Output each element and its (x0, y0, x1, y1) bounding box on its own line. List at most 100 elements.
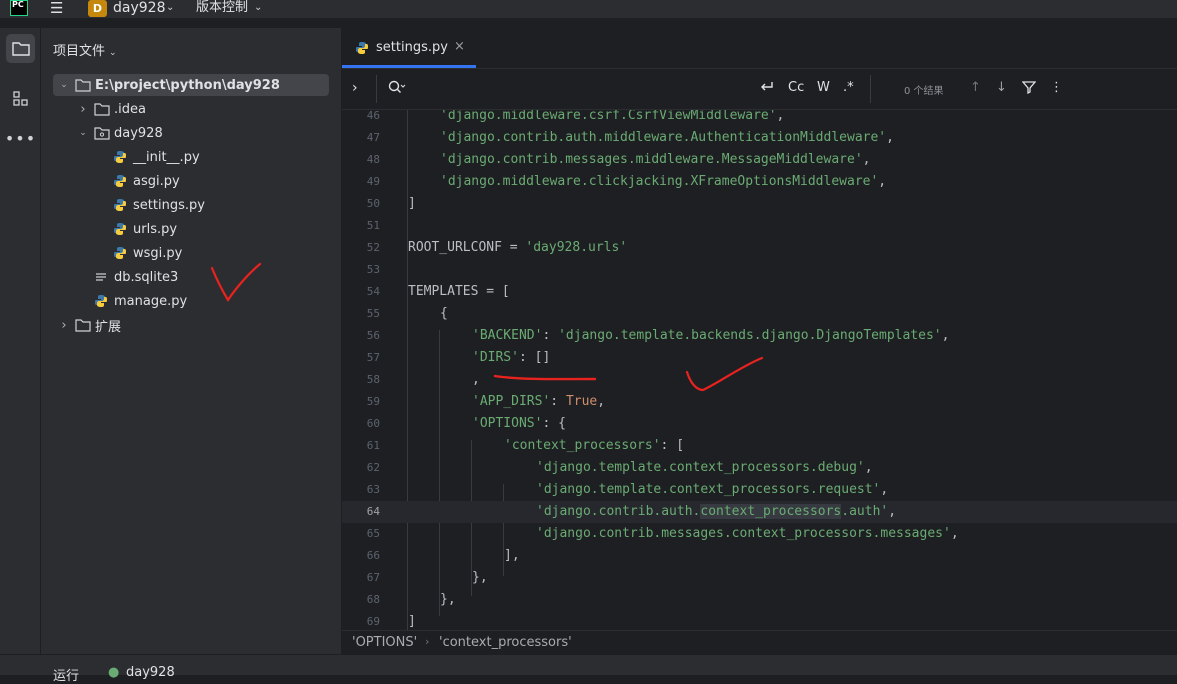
structure-icon[interactable] (6, 84, 35, 113)
code-area[interactable]: 46 'django.middleware.csrf.CsrfViewMiddle… (342, 110, 1177, 630)
code-line[interactable]: 67}, (342, 567, 1177, 589)
previous-occurrence-icon[interactable]: ↑ (970, 80, 981, 95)
breadcrumb-item[interactable]: 'context_processors' (439, 635, 572, 650)
code-line[interactable]: 60 'OPTIONS': { (342, 413, 1177, 435)
code-line[interactable]: 66], (342, 545, 1177, 567)
match-case-toggle[interactable]: Cc (788, 80, 804, 95)
code-line[interactable]: 46 'django.middleware.csrf.CsrfViewMiddle… (342, 110, 1177, 127)
code-line[interactable]: 49 'django.middleware.clickjacking.XFrame… (342, 171, 1177, 193)
vcs-menu[interactable]: 版本控制 (196, 0, 248, 16)
code-text: 'django.contrib.messages.context_process… (536, 523, 959, 545)
breadcrumb-item[interactable]: 'OPTIONS' (352, 635, 417, 650)
code-line[interactable]: 63 'django.template.context_processors.re… (342, 479, 1177, 501)
expand-replace-icon[interactable]: › (352, 80, 358, 96)
tree-item[interactable]: › 扩展 (41, 314, 341, 336)
code-line[interactable]: 57 'DIRS': [] (342, 347, 1177, 369)
code-token: , (776, 110, 785, 123)
title-bar: PC ☰ D day928 ⌄ 版本控制 ⌄ (0, 0, 1177, 18)
project-name[interactable]: day928 (113, 0, 165, 16)
run-tab[interactable]: 运行 (53, 665, 79, 684)
code-token: TEMPLATES = [ (408, 284, 510, 299)
code-line[interactable]: 54 TEMPLATES = [ (342, 281, 1177, 303)
code-text: 'APP_DIRS': True, (472, 391, 605, 413)
code-line[interactable]: 51 (342, 215, 1177, 237)
tree-item[interactable]: ⌄ E:\project\python\day928 (53, 74, 329, 96)
search-icon[interactable] (388, 80, 406, 98)
tree-item[interactable]: › .idea (41, 98, 341, 120)
regex-toggle[interactable]: .* (843, 80, 854, 95)
tree-item[interactable]: db.sqlite3 (41, 266, 341, 288)
line-number: 53 (366, 263, 380, 276)
tree-item[interactable]: asgi.py (41, 170, 341, 192)
code-line[interactable]: 62 'django.template.context_processors.de… (342, 457, 1177, 479)
project-badge[interactable]: D (88, 0, 107, 17)
code-token: }, (440, 592, 456, 607)
project-panel-title[interactable]: 项目文件 ⌄ (53, 40, 117, 59)
code-line[interactable]: 58, (342, 369, 1177, 391)
code-line[interactable]: 59 'APP_DIRS': True, (342, 391, 1177, 413)
code-text: }, (440, 589, 456, 611)
chevron-down-icon[interactable]: ⌄ (57, 80, 71, 90)
project-folder-icon[interactable] (6, 34, 35, 63)
code-line[interactable]: 48 'django.contrib.messages.middleware.Me… (342, 149, 1177, 171)
code-token: , (597, 394, 606, 409)
tree-item-label: day928 (114, 125, 163, 141)
chevron-right-icon: › (425, 635, 430, 648)
code-token: 'django.template.backends.django.DjangoT… (558, 328, 942, 343)
code-token: True (565, 394, 598, 409)
chevron-right-icon[interactable]: › (76, 102, 90, 117)
filter-icon[interactable] (1021, 80, 1037, 98)
chevron-down-icon[interactable]: ⌄ (166, 0, 174, 16)
line-number: 64 (366, 505, 380, 518)
folder-icon (75, 78, 91, 92)
tree-item-label: urls.py (133, 221, 178, 237)
chevron-down-icon[interactable]: ⌄ (76, 128, 90, 138)
line-number: 60 (366, 417, 380, 430)
chevron-down-icon[interactable]: ⌄ (109, 48, 117, 58)
code-line[interactable]: 64 'django.contrib.auth.context_processor… (342, 501, 1177, 523)
code-line[interactable]: 65 'django.contrib.messages.context_proce… (342, 523, 1177, 545)
chevron-down-icon[interactable]: ⌄ (254, 0, 262, 16)
tree-item-label: .idea (114, 101, 146, 117)
tree-item[interactable]: manage.py (41, 290, 341, 312)
code-line[interactable]: 52 ROOT_URLCONF = 'day928.urls' (342, 237, 1177, 259)
code-line[interactable]: 68}, (342, 589, 1177, 611)
next-occurrence-icon[interactable]: ↓ (996, 80, 1007, 95)
tree-item-label: wsgi.py (133, 245, 183, 261)
tree-item[interactable]: settings.py (41, 194, 341, 216)
whole-words-toggle[interactable]: W (817, 80, 830, 95)
code-token: ], (504, 548, 520, 563)
code-line[interactable]: 53 (342, 259, 1177, 281)
chevron-right-icon[interactable]: › (57, 318, 71, 333)
run-config-icon: ● (108, 665, 120, 680)
more-tools-icon[interactable]: ••• (5, 124, 35, 153)
tree-item-label: manage.py (114, 293, 188, 309)
code-line[interactable]: 47 'django.contrib.auth.middleware.Authen… (342, 127, 1177, 149)
tree-item[interactable]: ⌄ day928 (41, 122, 341, 144)
code-text: 'django.template.context_processors.requ… (536, 479, 888, 501)
code-line[interactable]: 55 { (342, 303, 1177, 325)
tree-item[interactable]: wsgi.py (41, 242, 341, 264)
more-options-icon[interactable]: ⋮ (1050, 80, 1063, 95)
line-number: 58 (366, 373, 380, 386)
code-token: 'django.template.context_processors.debu… (536, 460, 865, 475)
code-line[interactable]: 56 'BACKEND': 'django.template.backends.d… (342, 325, 1177, 347)
tree-item[interactable]: __init__.py (41, 146, 341, 168)
code-line[interactable]: 61 'context_processors': [ (342, 435, 1177, 457)
code-text: ], (504, 545, 520, 567)
code-line[interactable]: 69] (342, 611, 1177, 630)
code-text: 'OPTIONS': { (472, 413, 566, 435)
code-token: ROOT_URLCONF = (408, 240, 526, 255)
code-line[interactable]: 50] (342, 193, 1177, 215)
main-menu-icon[interactable]: ☰ (50, 1, 63, 16)
run-config-name[interactable]: day928 (126, 665, 175, 680)
tab-settings-py[interactable]: settings.py × (342, 28, 476, 68)
tree-item[interactable]: urls.py (41, 218, 341, 240)
code-text: ] (408, 611, 416, 630)
close-icon[interactable]: × (454, 39, 465, 54)
pycharm-logo-icon[interactable]: PC (10, 0, 28, 16)
code-token: , (864, 460, 873, 475)
code-token: }, (472, 570, 488, 585)
line-number: 68 (366, 593, 380, 606)
new-line-icon[interactable] (759, 80, 775, 98)
